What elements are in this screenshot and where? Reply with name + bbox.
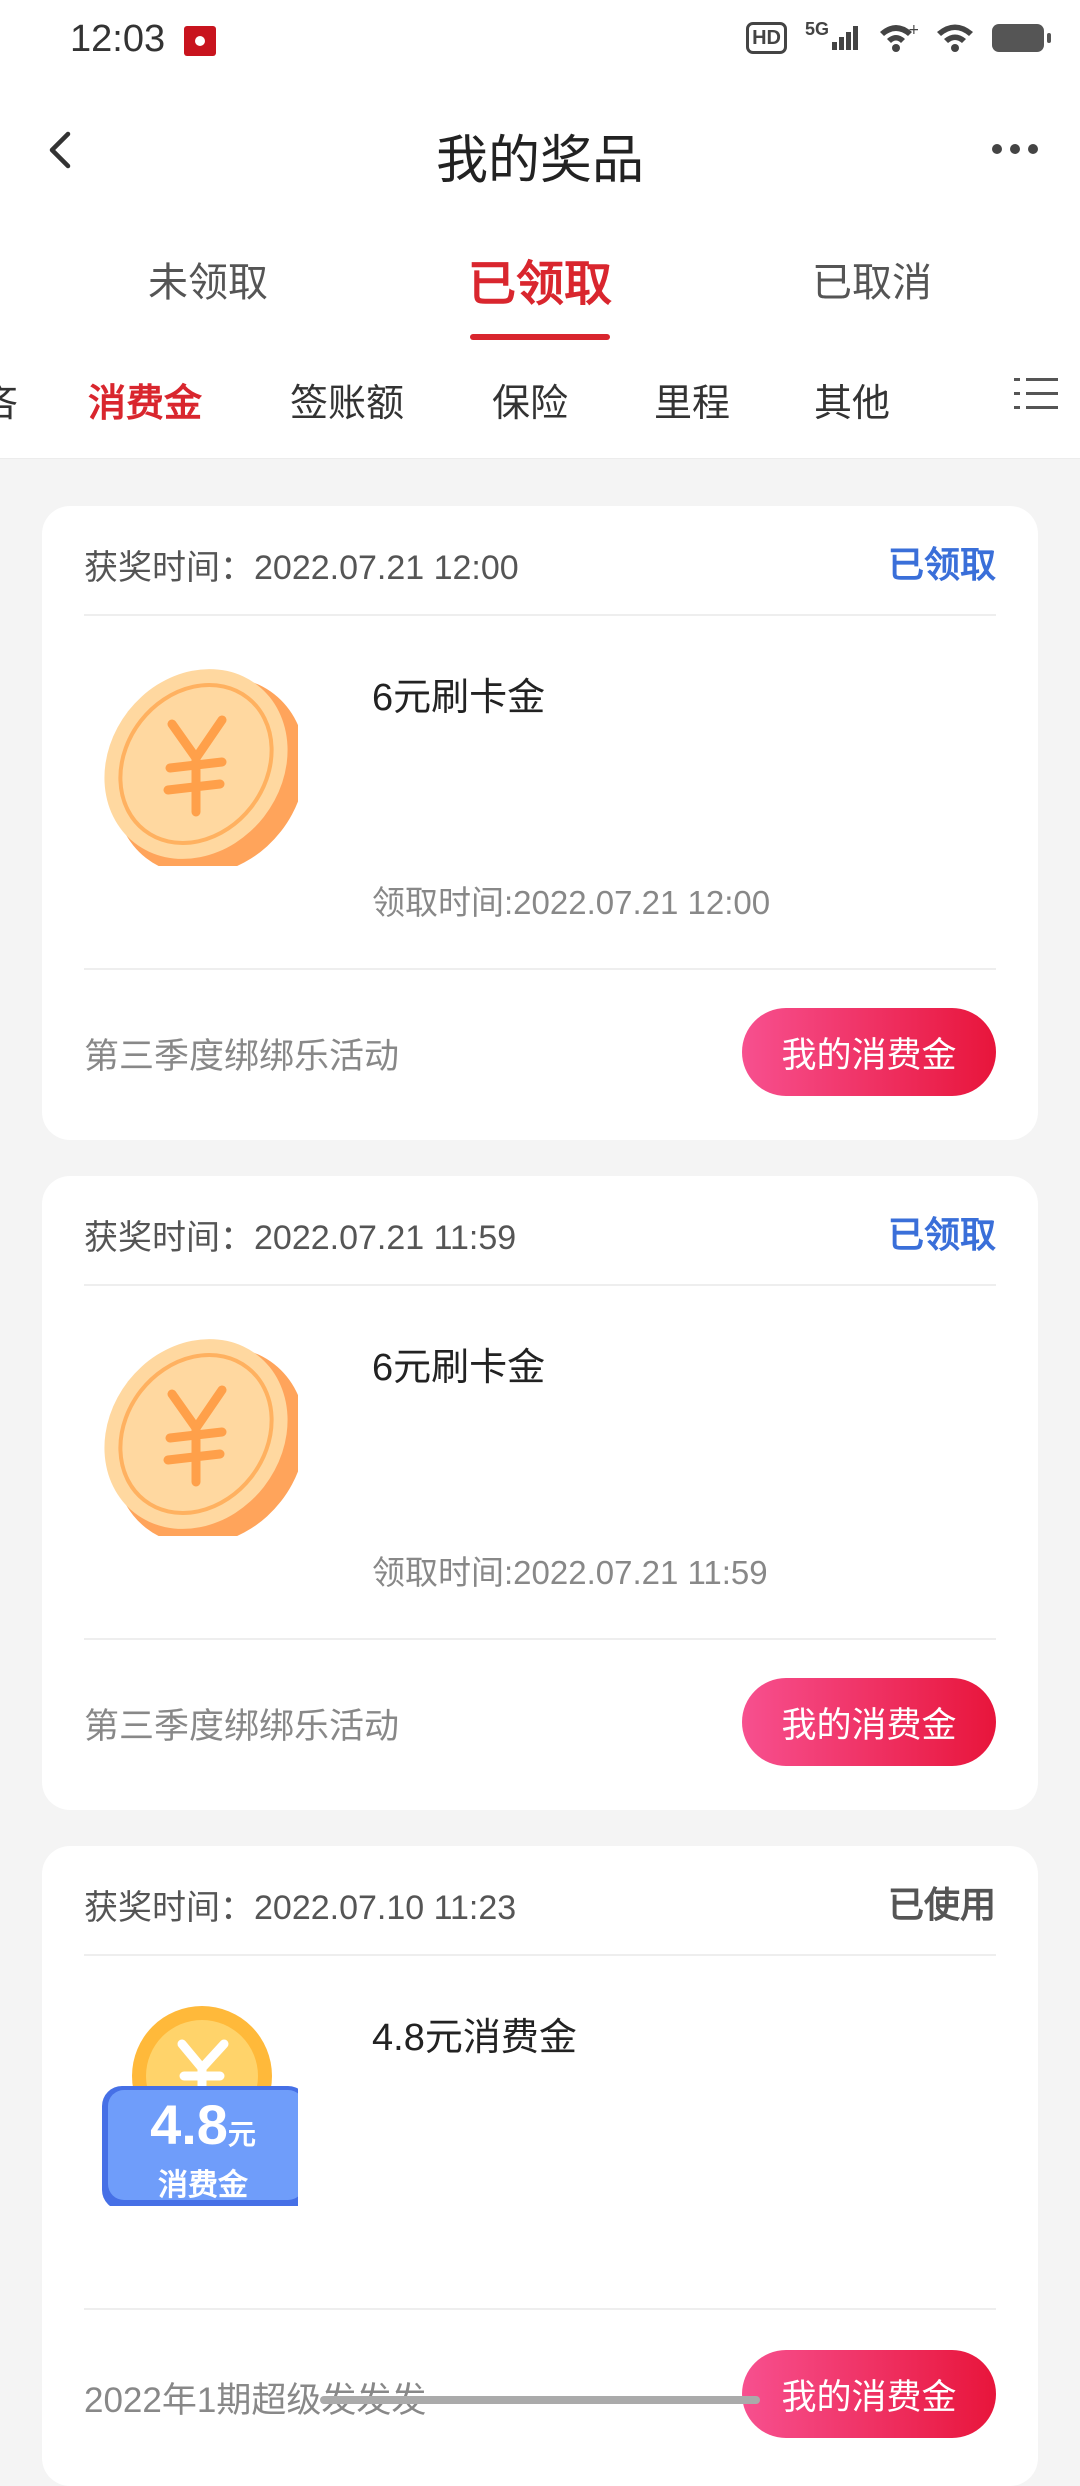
active-tab-indicator	[470, 334, 610, 340]
battery-icon	[992, 24, 1051, 52]
wifi-icon	[937, 24, 973, 52]
wifi-plus-icon: +	[880, 22, 918, 52]
activity-name: 第三季度绑绑乐活动	[84, 1037, 400, 1076]
prize-card: 获奖时间：2022.07.10 11:23 已使用 4.8元 消费金 4.8元消…	[42, 1846, 1038, 2486]
gesture-bar	[320, 2396, 760, 2404]
activity-name: 第三季度绑绑乐活动	[84, 1707, 400, 1746]
status-tabs: 未领取 已领取 已取消	[0, 216, 1080, 352]
my-consumption-gold-button[interactable]: 我的消费金	[742, 1008, 996, 1096]
list-icon[interactable]	[1014, 374, 1058, 414]
my-consumption-gold-button[interactable]: 我的消费金	[742, 1678, 996, 1766]
category-mileage[interactable]: 里程	[654, 372, 730, 427]
voucher-text: 消费金	[158, 2169, 248, 2202]
page-title: 我的奖品	[435, 132, 644, 190]
category-insurance[interactable]: 保险	[492, 372, 568, 427]
status-badge: 已领取	[887, 544, 996, 585]
svg-text:+: +	[908, 22, 918, 38]
status-bar: 12:03 HD 5G +	[0, 0, 1080, 84]
prize-name: 6元刷卡金	[372, 1347, 546, 1389]
card-footer: 第三季度绑绑乐活动 我的消费金	[84, 968, 996, 1140]
app-header: 我的奖品	[0, 84, 1080, 218]
category-tabs: 吝 消费金 签账额 保险 里程 其他	[0, 352, 1080, 459]
award-time: 获奖时间：2022.07.21 11:59	[84, 1219, 517, 1257]
category-signed-amount[interactable]: 签账额	[290, 372, 404, 427]
prize-card: 获奖时间：2022.07.21 11:59 已领取 6元刷卡金 领取时间:202…	[42, 1176, 1038, 1810]
status-time: 12:03	[70, 18, 166, 60]
status-badge: 已领取	[887, 1214, 996, 1255]
more-dots-icon[interactable]	[980, 124, 1050, 174]
status-icons: HD 5G +	[746, 19, 1051, 54]
voucher-unit: 元	[227, 2119, 256, 2150]
award-time: 获奖时间：2022.07.21 12:00	[84, 549, 519, 587]
hd-icon: HD	[746, 22, 787, 54]
yuan-coin-icon	[104, 669, 298, 866]
prize-name: 6元刷卡金	[372, 677, 546, 719]
status-badge: 已使用	[887, 1884, 996, 1925]
consumption-voucher-icon: 4.8元 消费金	[98, 2006, 298, 2206]
voucher-amount: 4.8	[150, 2093, 228, 2156]
tab-claimed[interactable]: 已领取	[390, 244, 690, 314]
yuan-coin-icon	[104, 1339, 298, 1536]
tab-cancelled[interactable]: 已取消	[722, 250, 1022, 308]
card-header: 获奖时间：2022.07.21 11:59 已领取	[84, 1176, 996, 1286]
claim-time: 领取时间:2022.07.21 11:59	[372, 1554, 768, 1591]
award-time: 获奖时间：2022.07.10 11:23	[84, 1889, 517, 1927]
category-other[interactable]: 其他	[814, 372, 890, 427]
card-header: 获奖时间：2022.07.10 11:23 已使用	[84, 1846, 996, 1956]
notification-app-icon	[184, 26, 216, 56]
card-footer: 第三季度绑绑乐活动 我的消费金	[84, 1638, 996, 1810]
prize-name: 4.8元消费金	[372, 2017, 577, 2059]
card-header: 获奖时间：2022.07.21 12:00 已领取	[84, 506, 996, 616]
my-consumption-gold-button[interactable]: 我的消费金	[742, 2350, 996, 2438]
card-footer: 2022年1期超级发发发 我的消费金	[84, 2308, 996, 2480]
category-partial[interactable]: 吝	[0, 372, 18, 427]
prize-card: 获奖时间：2022.07.21 12:00 已领取 6元刷卡金 领取时间:202…	[42, 506, 1038, 1140]
tab-unclaimed[interactable]: 未领取	[58, 250, 358, 308]
signal-icon: 5G	[805, 19, 860, 50]
network-label: 5G	[804, 19, 829, 39]
category-consumption[interactable]: 消费金	[88, 372, 202, 427]
claim-time: 领取时间:2022.07.21 12:00	[372, 884, 771, 921]
